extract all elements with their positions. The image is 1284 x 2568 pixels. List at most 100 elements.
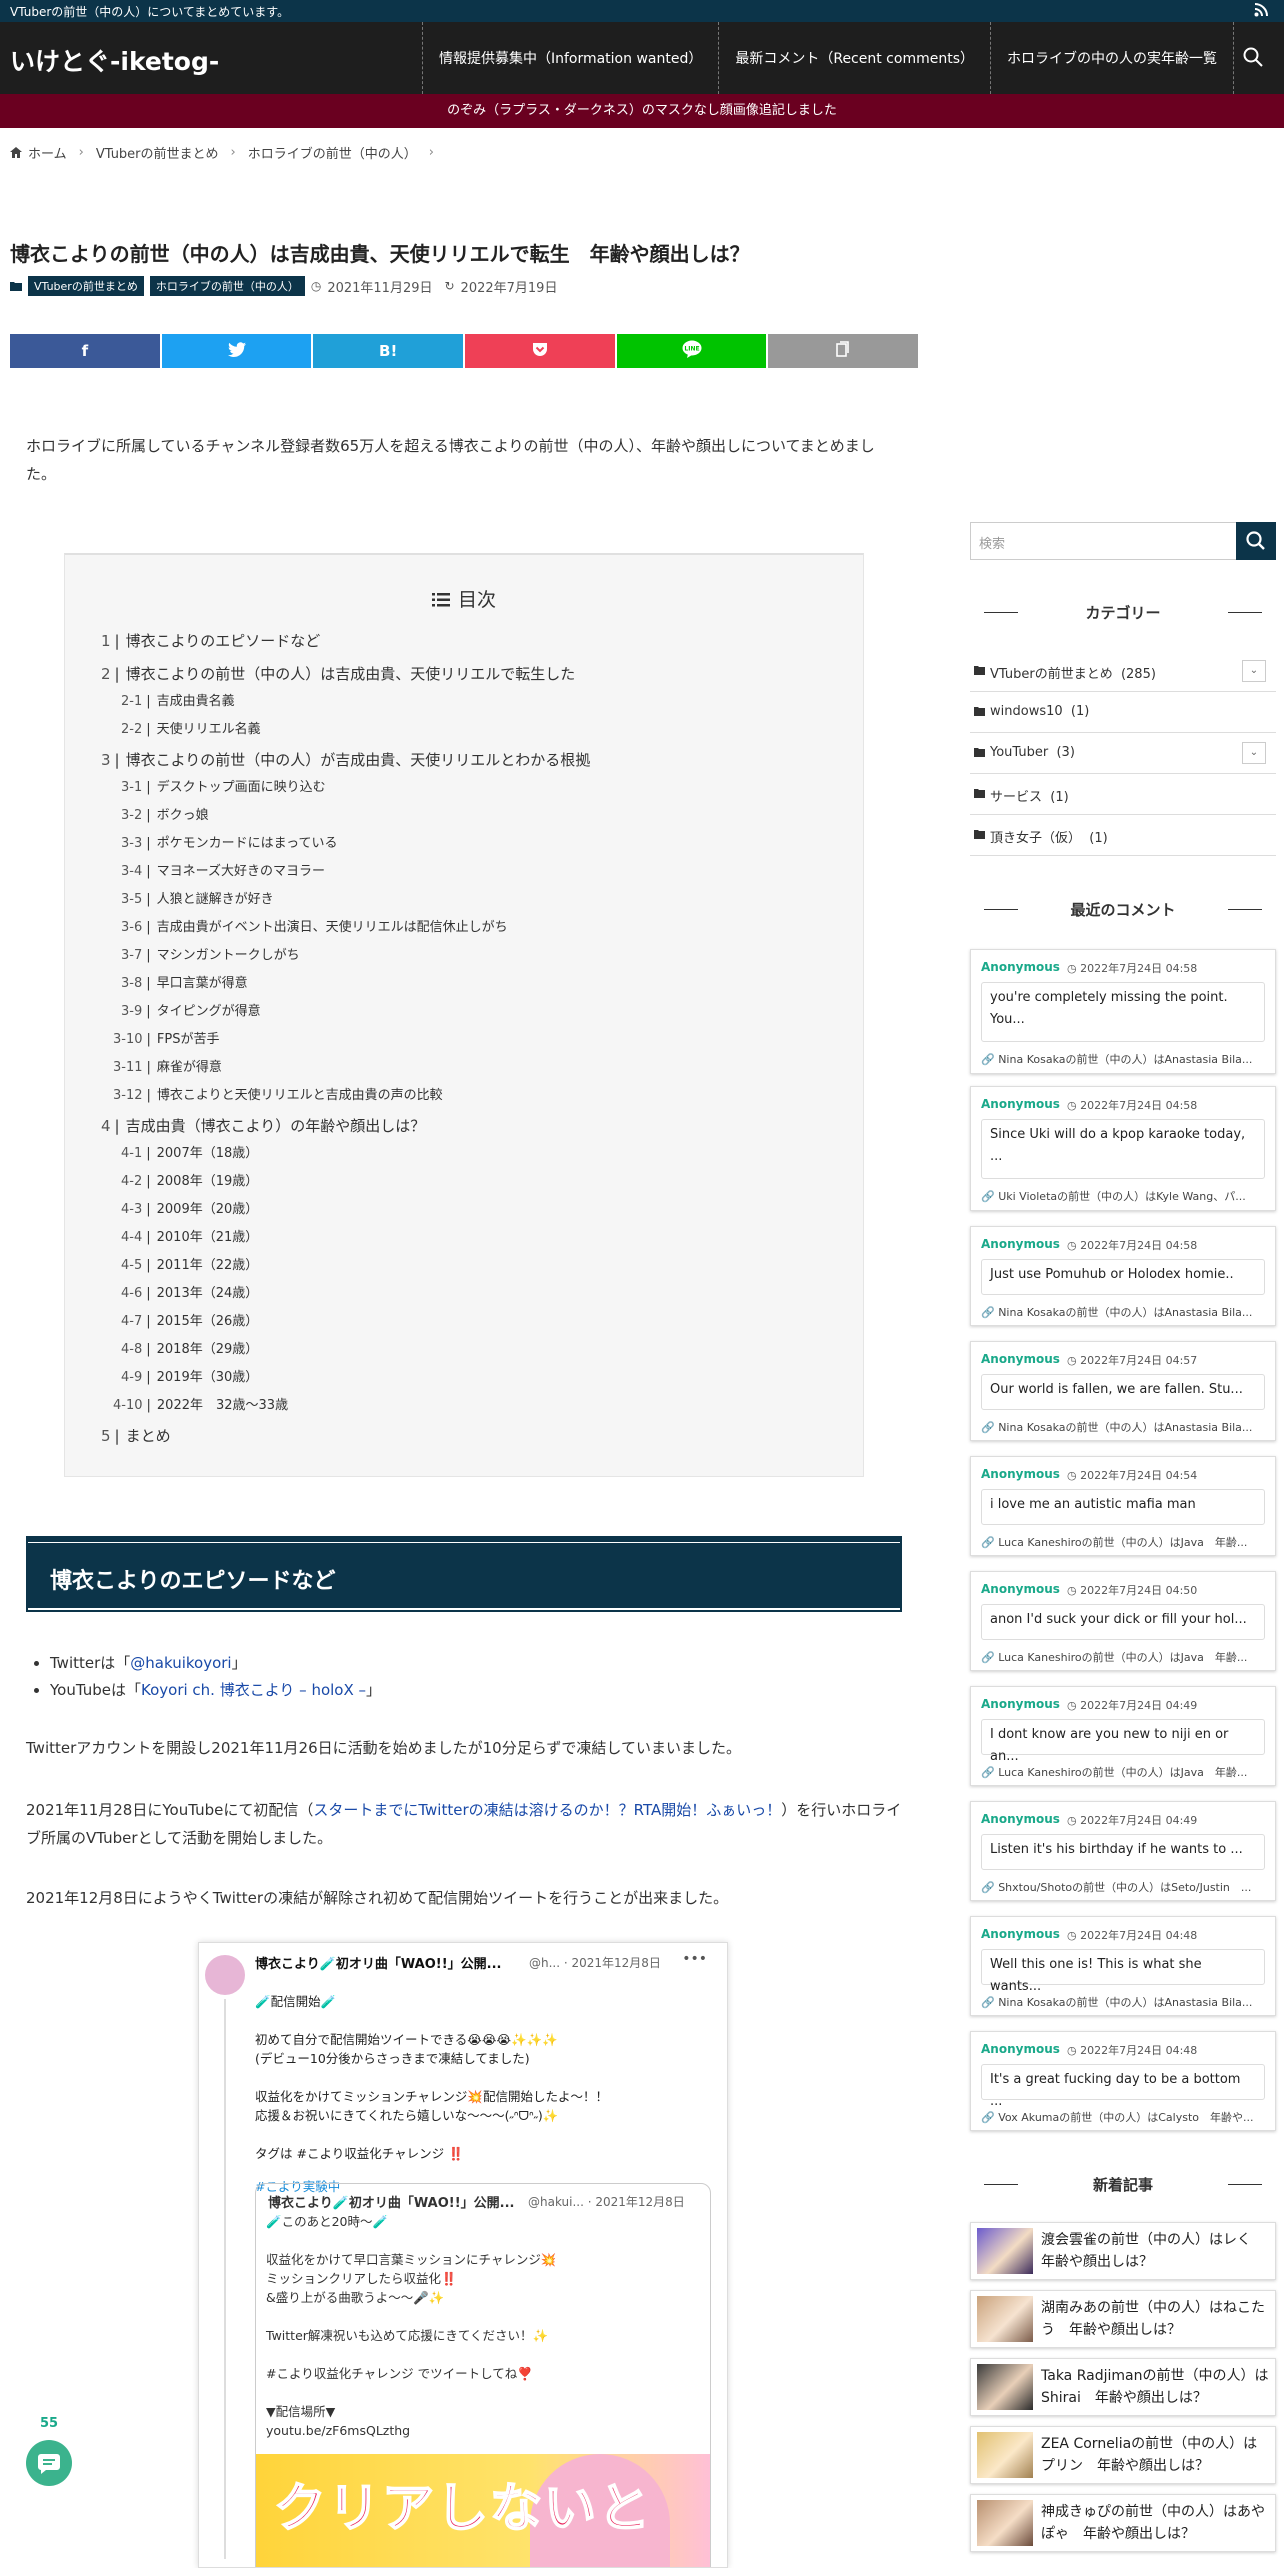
chevron-down-icon[interactable]: ⌄ — [1242, 742, 1266, 764]
embedded-tweet[interactable]: 博衣こより🧪初オリ曲「WAO!!」公開... @h... · 2021年12月8… — [198, 1942, 728, 2568]
twitter-account-link[interactable]: @hakuikoyori — [130, 1654, 231, 1672]
youtube-channel-link[interactable]: Koyori ch. 博衣こより – holoX – — [141, 1681, 366, 1699]
toc-subitem[interactable]: 2-2 | 天使リリエル名義 — [121, 718, 863, 737]
chat-button[interactable] — [26, 2440, 72, 2486]
new-post-item[interactable]: 渡会雲雀の前世（中の人）はレく 年齢や顔出しは？ — [970, 2222, 1276, 2280]
tweet-author[interactable]: 博衣こより🧪初オリ曲「WAO!!」公開... — [255, 1953, 501, 1972]
search-button[interactable] — [1236, 522, 1276, 560]
search-input[interactable]: 検索 — [979, 533, 1005, 552]
rss-icon[interactable] — [1254, 3, 1268, 17]
comment-post-link[interactable]: 🔗 Nina Kosakaの前世（中の人）はAnastasia Bila... — [981, 1419, 1267, 1435]
quoted-tweet[interactable]: 博衣こより🧪初オリ曲「WAO!!」公開... @hakui... · 2021年… — [255, 2183, 711, 2567]
toc-item-label: 麻雀が得意 — [156, 1060, 222, 1075]
comment-post-link[interactable]: 🔗 Luca Kaneshiroの前世（中の人）はJava 年齢... — [981, 1649, 1267, 1665]
toc-subitem[interactable]: 3-6 | 吉成由貴がイベント出演日、天使リリエルは配信休止しがち — [121, 916, 863, 935]
toc-subitem[interactable]: 3-7 | マシンガントークしがち — [121, 944, 863, 963]
toc-subitem[interactable]: 3-1 | デスクトップ画面に映り込む — [121, 776, 863, 795]
category-item[interactable]: VTuberの前世まとめ (285) ⌄ — [970, 651, 1276, 692]
tweet-image[interactable]: クリアしないと — [256, 2454, 710, 2567]
toc-subitem[interactable]: 4-1 | 2007年（18歳） — [121, 1142, 863, 1161]
comment-post-link[interactable]: 🔗 Vox Akumaの前世（中の人）はCalysto 年齢や... — [981, 2109, 1267, 2125]
new-post-item[interactable]: 湖南みあの前世（中の人）はねこたう 年齢や顔出しは？ — [970, 2290, 1276, 2348]
facebook-share-button[interactable]: f — [10, 334, 160, 368]
category-item[interactable]: サービス (1) — [970, 774, 1276, 815]
avatar[interactable] — [205, 1955, 245, 1995]
hatena-share-button[interactable]: B! — [313, 334, 464, 368]
toc-subitem[interactable]: 3-4 | マヨネーズ大好きのマヨラー — [121, 860, 863, 879]
toc-item[interactable]: 2 | 博衣こよりの前世（中の人）は吉成由貴、天使リリエルで転生した — [101, 663, 863, 684]
comment-card[interactable]: Anonymous ◷ 2022年7月24日 04:50 anon I'd suck… — [970, 1571, 1276, 1671]
notice-bar[interactable]: のぞみ（ラプラス・ダークネス）のマスクなし顔画像追記しました — [0, 94, 1284, 128]
category-item[interactable]: windows10 (1) — [970, 692, 1276, 733]
toc-item[interactable]: 5 | まとめ — [101, 1425, 863, 1446]
comment-card[interactable]: Anonymous ◷ 2022年7月24日 04:58 Since Uki wil… — [970, 1086, 1276, 1211]
comment-card[interactable]: Anonymous ◷ 2022年7月24日 04:48 It's a great … — [970, 2031, 1276, 2131]
comment-post-link[interactable]: 🔗 Nina Kosakaの前世（中の人）はAnastasia Bila... — [981, 1994, 1267, 2010]
nav-item-recent-comments[interactable]: 最新コメント（Recent comments） — [718, 22, 990, 94]
toc-item-label: 2015年（26歳） — [156, 1314, 259, 1329]
toc-subitem[interactable]: 4-8 | 2018年（29歳） — [121, 1338, 863, 1357]
toc-subitem[interactable]: 3-12 | 博衣こよりと天使リリエルと吉成由貴の声の比較 — [113, 1084, 863, 1103]
toc-subitem[interactable]: 4-7 | 2015年（26歳） — [121, 1310, 863, 1329]
category-tag[interactable]: VTuberの前世まとめ — [28, 276, 144, 296]
toc-subitem[interactable]: 3-3 | ポケモンカードにはまっている — [121, 832, 863, 851]
paragraph: 2021年11月28日にYouTubeにて初配信（スタートまでにTwitterの… — [26, 1796, 906, 1852]
comment-post-link[interactable]: 🔗 Shxtou/Shotoの前世（中の人）はSeto/Justin ... — [981, 1879, 1267, 1895]
toc-subitem[interactable]: 3-2 | ボクっ娘 — [121, 804, 863, 823]
toc-subitem[interactable]: 2-1 | 吉成由貴名義 — [121, 690, 863, 709]
pocket-share-button[interactable] — [465, 334, 615, 368]
post-title: 湖南みあの前世（中の人）はねこたう 年齢や顔出しは？ — [1041, 2300, 1265, 2338]
comment-card[interactable]: Anonymous ◷ 2022年7月24日 04:48 Well this one… — [970, 1916, 1276, 2016]
new-post-item[interactable]: 神成きゅぴの前世（中の人）はあやぽゃ 年齢や顔出しは？ — [970, 2494, 1276, 2552]
toc-subitem[interactable]: 4-9 | 2019年（30歳） — [121, 1366, 863, 1385]
twitter-share-button[interactable] — [161, 334, 312, 368]
comment-post-link[interactable]: 🔗 Nina Kosakaの前世（中の人）はAnastasia Bila... — [981, 1051, 1267, 1067]
comment-text: you're completely missing the point. You… — [981, 982, 1265, 1042]
comment-card[interactable]: Anonymous ◷ 2022年7月24日 04:58 you're comple… — [970, 949, 1276, 1074]
comment-post-link[interactable]: 🔗 Luca Kaneshiroの前世（中の人）はJava 年齢... — [981, 1534, 1267, 1550]
comment-card[interactable]: Anonymous ◷ 2022年7月24日 04:58 Just use Pomu… — [970, 1226, 1276, 1326]
comment-author: Anonymous — [981, 1582, 1060, 1596]
toc-subitem[interactable]: 4-5 | 2011年（22歳） — [121, 1254, 863, 1273]
toc-subitem[interactable]: 4-3 | 2009年（20歳） — [121, 1198, 863, 1217]
comment-date: ◷ 2022年7月24日 04:58 — [1067, 962, 1198, 975]
toc-subitem[interactable]: 4-4 | 2010年（21歳） — [121, 1226, 863, 1245]
first-stream-link[interactable]: スタートまでにTwitterの凍結は溶けるのか！？RTA開始！ふぁいっ！ — [313, 1801, 781, 1819]
copy-link-button[interactable] — [768, 334, 919, 368]
comment-post-link[interactable]: 🔗 Uki Violetaの前世（中の人）はKyle Wang、パ... — [981, 1188, 1267, 1204]
chevron-down-icon[interactable]: ⌄ — [1242, 660, 1266, 682]
breadcrumb-vtuber[interactable]: VTuberの前世まとめ — [96, 143, 219, 162]
comment-card[interactable]: Anonymous ◷ 2022年7月24日 04:54 i love me an … — [970, 1456, 1276, 1556]
toc-item-sep: | — [146, 1174, 151, 1189]
breadcrumb-hololive[interactable]: ホロライブの前世（中の人） — [248, 143, 417, 162]
toc-item[interactable]: 4 | 吉成由貴（博衣こより）の年齢や顔出しは？ — [101, 1115, 863, 1136]
new-post-item[interactable]: ZEA Corneliaの前世（中の人）はプリン 年齢や顔出しは？ — [970, 2426, 1276, 2484]
nav-item-hololive-ages[interactable]: ホロライブの中の人の実年齢一覧 — [990, 22, 1234, 94]
comment-card[interactable]: Anonymous ◷ 2022年7月24日 04:49 Listen it's h… — [970, 1801, 1276, 1901]
nav-item-information-wanted[interactable]: 情報提供募集中（Information wanted） — [421, 22, 718, 94]
comment-card[interactable]: Anonymous ◷ 2022年7月24日 04:49 I dont know a… — [970, 1686, 1276, 1786]
toc-item[interactable]: 1 | 博衣こよりのエピソードなど — [101, 630, 863, 651]
comment-post-link[interactable]: 🔗 Luca Kaneshiroの前世（中の人）はJava 年齢... — [981, 1764, 1267, 1780]
sidebar-search[interactable]: 検索 — [970, 522, 1276, 560]
comment-card[interactable]: Anonymous ◷ 2022年7月24日 04:57 Our world is … — [970, 1341, 1276, 1441]
comment-post-link[interactable]: 🔗 Nina Kosakaの前世（中の人）はAnastasia Bila... — [981, 1304, 1267, 1320]
toc-subitem[interactable]: 3-5 | 人狼と謎解きが好き — [121, 888, 863, 907]
site-logo[interactable]: いけとぐ-iketog- — [10, 42, 219, 78]
new-post-item[interactable]: Taka Radjimanの前世（中の人）はShirai 年齢や顔出しは？ — [970, 2358, 1276, 2416]
toc-subitem[interactable]: 3-11 | 麻雀が得意 — [113, 1056, 863, 1075]
breadcrumb-home[interactable]: ホーム — [28, 143, 67, 162]
search-icon[interactable] — [1242, 46, 1264, 68]
category-item[interactable]: YouTuber (3) ⌄ — [970, 733, 1276, 774]
line-share-button[interactable]: LINE — [616, 334, 767, 368]
category-tag[interactable]: ホロライブの前世（中の人） — [149, 276, 305, 296]
toc-subitem[interactable]: 3-10 | FPSが苦手 — [113, 1028, 863, 1047]
toc-subitem[interactable]: 3-9 | タイピングが得意 — [121, 1000, 863, 1019]
toc-subitem[interactable]: 4-2 | 2008年（19歳） — [121, 1170, 863, 1189]
toc-subitem[interactable]: 4-10 | 2022年 32歳～33歳 — [113, 1394, 863, 1413]
more-icon[interactable]: ••• — [682, 1951, 707, 1967]
toc-subitem[interactable]: 4-6 | 2013年（24歳） — [121, 1282, 863, 1301]
toc-item[interactable]: 3 | 博衣こよりの前世（中の人）が吉成由貴、天使リリエルとわかる根拠 — [101, 749, 863, 770]
toc-subitem[interactable]: 3-8 | 早口言葉が得意 — [121, 972, 863, 991]
category-item[interactable]: 頂き女子（仮） (1) — [970, 815, 1276, 856]
